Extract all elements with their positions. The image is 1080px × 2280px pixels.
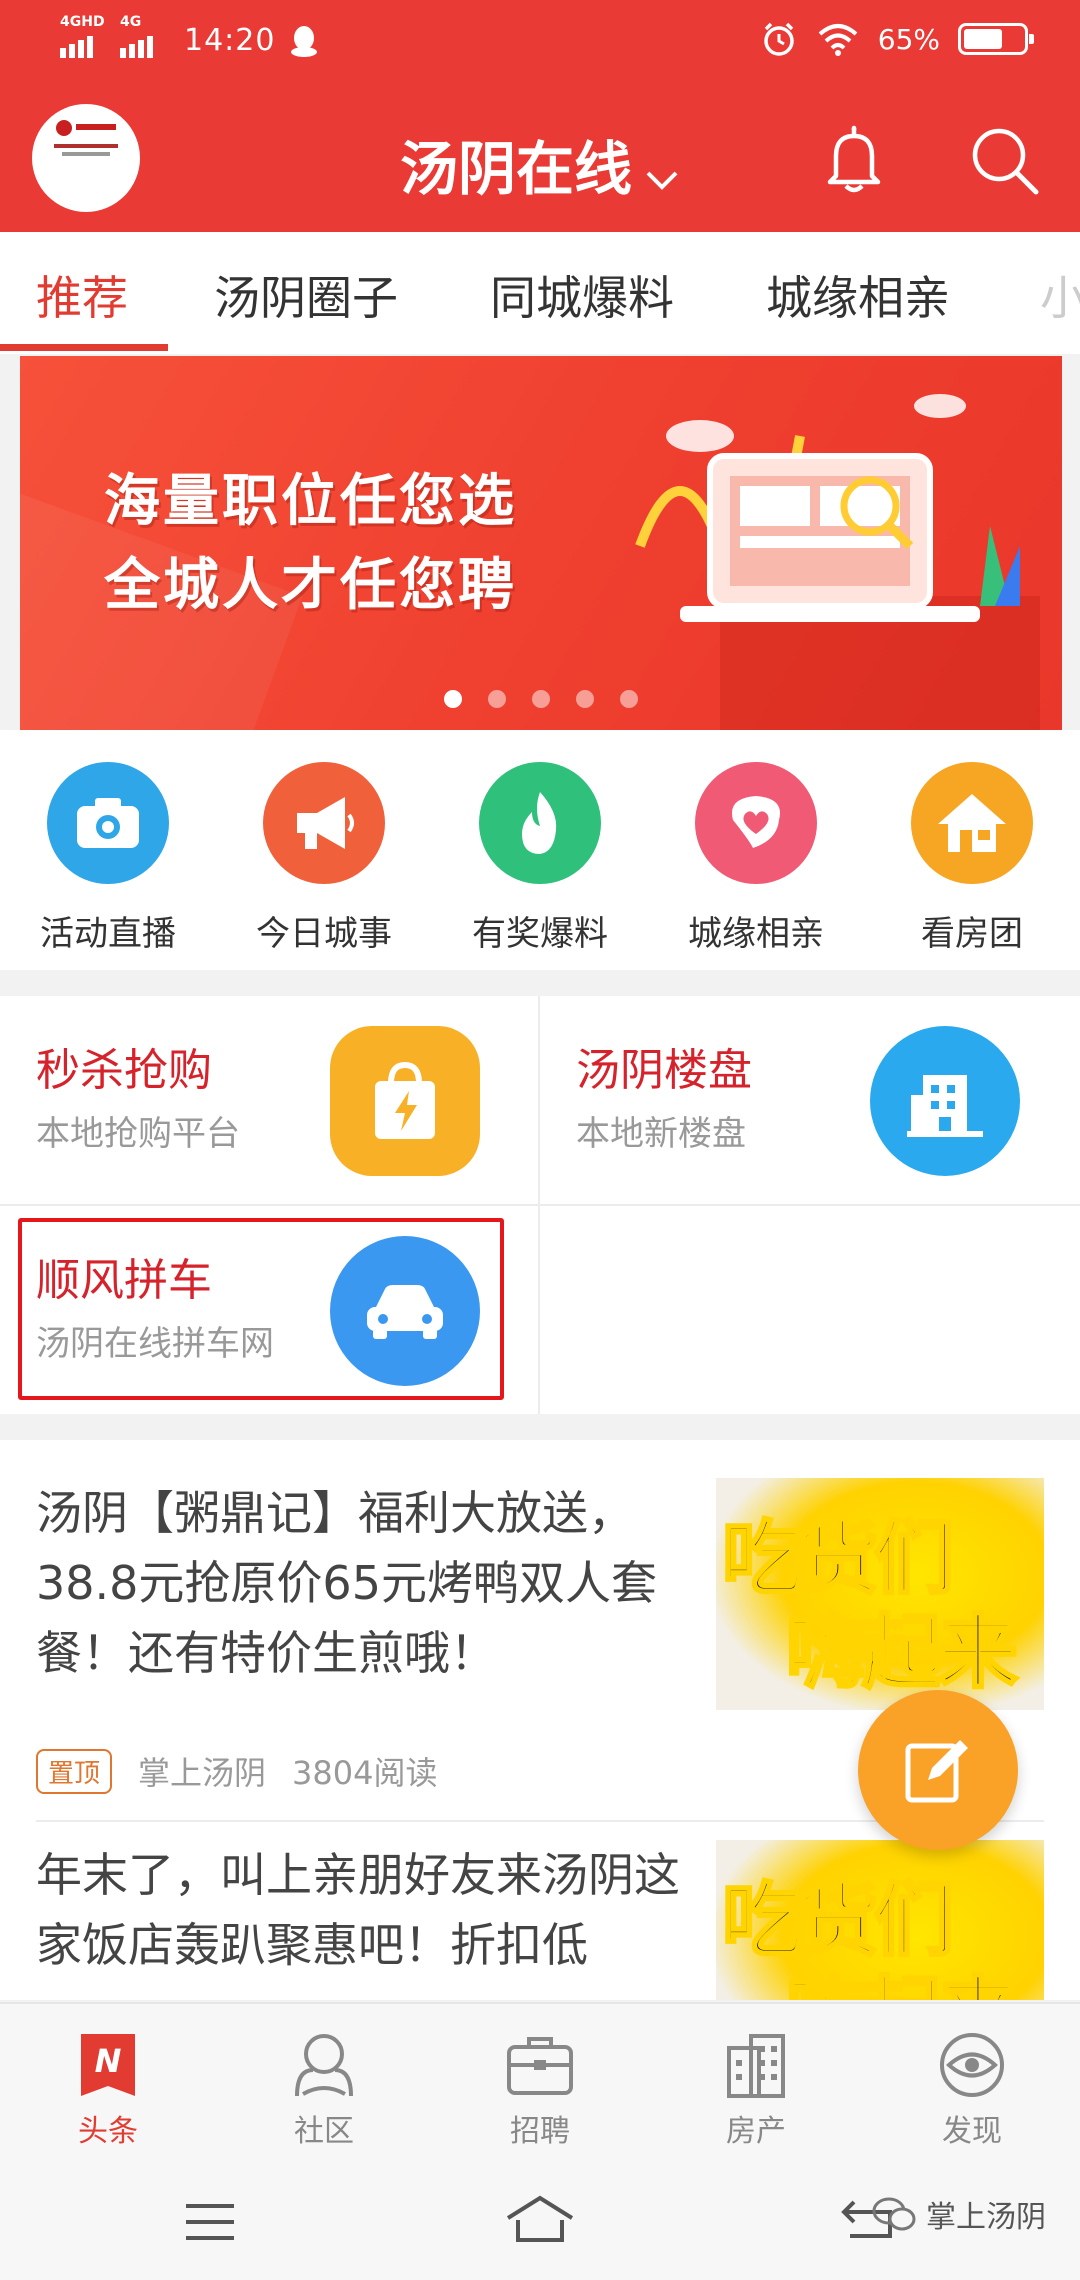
quick-house-tour[interactable]: 看房团 (864, 762, 1080, 955)
nav-jobs[interactable]: 招聘 (432, 2030, 648, 2150)
compose-fab[interactable] (858, 1690, 1018, 1850)
qq-icon (291, 26, 318, 57)
pagination-dot[interactable] (620, 690, 638, 708)
nav-label: 招聘 (510, 2114, 570, 2149)
service-real-estate[interactable]: 汤阴楼盘 本地新楼盘 (540, 996, 1078, 1204)
watermark: 掌上汤阴 (872, 2192, 1046, 2236)
nav-headlines[interactable]: N 头条 (0, 2030, 216, 2150)
svg-text:N: N (95, 2042, 122, 2080)
camera-icon (47, 762, 169, 884)
nav-label: 房产 (726, 2114, 786, 2149)
nav-label: 头条 (78, 2114, 138, 2149)
sim1-network-label: 4GHD (60, 14, 105, 30)
thumbnail-text: 嗨起来 (785, 1605, 1020, 1701)
status-bar: 4GHD 4G 14:20 65% (0, 0, 1080, 82)
eye-icon (937, 2030, 1007, 2100)
sim2-network-label: 4G (120, 14, 142, 30)
battery-percent: 65% (877, 22, 940, 56)
service-grid: 秒杀抢购 本地抢购平台 汤阴楼盘 本地新楼盘 顺风拼车 汤阴在线拼车网 (0, 996, 1080, 1414)
article-item[interactable]: 年末了，叫上亲朋好友来汤阴这家饭店轰趴聚惠吧！折扣低 吃货们 嗨起来 (36, 1840, 1044, 2000)
promo-banner[interactable]: 海量职位任您选 全城人才任您聘 (20, 356, 1062, 730)
app-title: 汤阴在线 (399, 135, 632, 203)
shopping-bag-icon (330, 1026, 480, 1176)
banner-pagination (20, 690, 1062, 708)
buildings-icon (721, 2030, 791, 2100)
search-icon[interactable] (966, 122, 1042, 198)
quick-house-tour-label: 看房团 (921, 914, 1023, 954)
banner-headline-2: 全城人才任您聘 (104, 553, 517, 618)
article-meta: 置顶 掌上汤阴 3804阅读 (36, 1748, 437, 1794)
article-title: 汤阴【粥鼎记】福利大放送，38.8元抢原价65元烤鸭双人套餐！还有特价生煎哦！ (36, 1486, 657, 1680)
app-header: 4GHD 4G 14:20 65% 汤阴在线 (0, 0, 1080, 232)
nav-discover[interactable]: 发现 (864, 2030, 1080, 2150)
bottom-nav: N 头条 社区 招聘 房产 发现 (0, 2002, 1080, 2158)
pagination-dot[interactable] (488, 690, 506, 708)
sim2-signal-icon: 4G (120, 14, 166, 58)
article-thumbnail: 吃货们 嗨起来 (716, 1478, 1044, 1710)
wechat-icon (872, 2197, 916, 2231)
status-right: 65% (760, 20, 1034, 58)
house-icon (911, 762, 1033, 884)
quick-live[interactable]: 活动直播 (0, 762, 216, 955)
watermark-text: 掌上汤阴 (926, 2200, 1046, 2235)
system-nav-bar: 掌上汤阴 (0, 2158, 1080, 2280)
thumbnail-text: 嗨起来 (785, 1950, 1020, 2001)
banner-computer-illustration (635, 394, 1020, 622)
quick-reward-tips[interactable]: 有奖爆料 (432, 762, 648, 955)
tab-recommend[interactable]: 推荐 (36, 262, 128, 328)
briefcase-icon (505, 2030, 575, 2100)
quick-city-events[interactable]: 今日城事 (216, 762, 432, 955)
quick-dating-label: 城缘相亲 (688, 914, 824, 954)
nav-property[interactable]: 房产 (648, 2030, 864, 2150)
pinned-badge: 置顶 (36, 1748, 113, 1794)
app-title-dropdown[interactable]: 汤阴在线 (0, 122, 1080, 207)
heart-icon (695, 762, 817, 884)
nav-label: 社区 (294, 2114, 354, 2149)
home-icon[interactable] (504, 2194, 576, 2244)
wifi-icon (818, 24, 858, 56)
pagination-dot[interactable] (576, 690, 594, 708)
service-subtitle: 本地抢购平台 (36, 1114, 240, 1154)
tab-more-partial[interactable]: 小 (1040, 262, 1080, 328)
service-subtitle: 本地新楼盘 (576, 1114, 746, 1154)
sim1-signal-icon: 4GHD (60, 14, 106, 58)
menu-icon[interactable] (184, 2202, 236, 2242)
community-icon (289, 2030, 359, 2100)
tab-dating[interactable]: 城缘相亲 (766, 262, 950, 328)
grid-divider (0, 1204, 1080, 1206)
quick-dating[interactable]: 城缘相亲 (648, 762, 864, 955)
tab-local-news[interactable]: 同城爆料 (490, 262, 674, 328)
alarm-icon (764, 22, 794, 56)
building-icon (870, 1026, 1020, 1176)
article-thumbnail: 吃货们 嗨起来 (716, 1840, 1044, 2000)
chevron-down-icon (644, 139, 680, 207)
service-title: 汤阴楼盘 (576, 1045, 752, 1096)
banner-headline-1: 海量职位任您选 (104, 469, 517, 534)
service-title: 秒杀抢购 (36, 1045, 212, 1096)
highlight-annotation-box (18, 1218, 504, 1400)
pagination-dot[interactable] (444, 690, 462, 708)
status-time: 14:20 (184, 23, 276, 58)
channel-tabs: 推荐 汤阴圈子 同城爆料 城缘相亲 小 (0, 232, 1080, 354)
megaphone-icon (263, 762, 385, 884)
status-left: 4GHD 4G 14:20 (60, 14, 319, 58)
active-tab-indicator (0, 344, 168, 351)
flame-icon (479, 762, 601, 884)
edit-icon (905, 1740, 968, 1803)
nav-label: 发现 (942, 2114, 1002, 2149)
article-title: 年末了，叫上亲朋好友来汤阴这家饭店轰趴聚惠吧！折扣低 (36, 1848, 680, 1972)
battery-icon (958, 23, 1034, 55)
nav-community[interactable]: 社区 (216, 2030, 432, 2150)
article-reads: 3804阅读 (292, 1754, 438, 1792)
tab-tangyin-circle[interactable]: 汤阴圈子 (214, 262, 398, 328)
quick-live-label: 活动直播 (40, 914, 176, 954)
bell-icon[interactable] (816, 122, 892, 198)
news-icon: N (73, 2030, 143, 2100)
quick-city-events-label: 今日城事 (256, 914, 392, 954)
pagination-dot[interactable] (532, 690, 550, 708)
service-flash-sale[interactable]: 秒杀抢购 本地抢购平台 (0, 996, 538, 1204)
quick-links: 活动直播 今日城事 有奖爆料 城缘相亲 看房团 (0, 730, 1080, 970)
article-source: 掌上汤阴 (138, 1754, 267, 1792)
quick-reward-tips-label: 有奖爆料 (472, 914, 608, 954)
